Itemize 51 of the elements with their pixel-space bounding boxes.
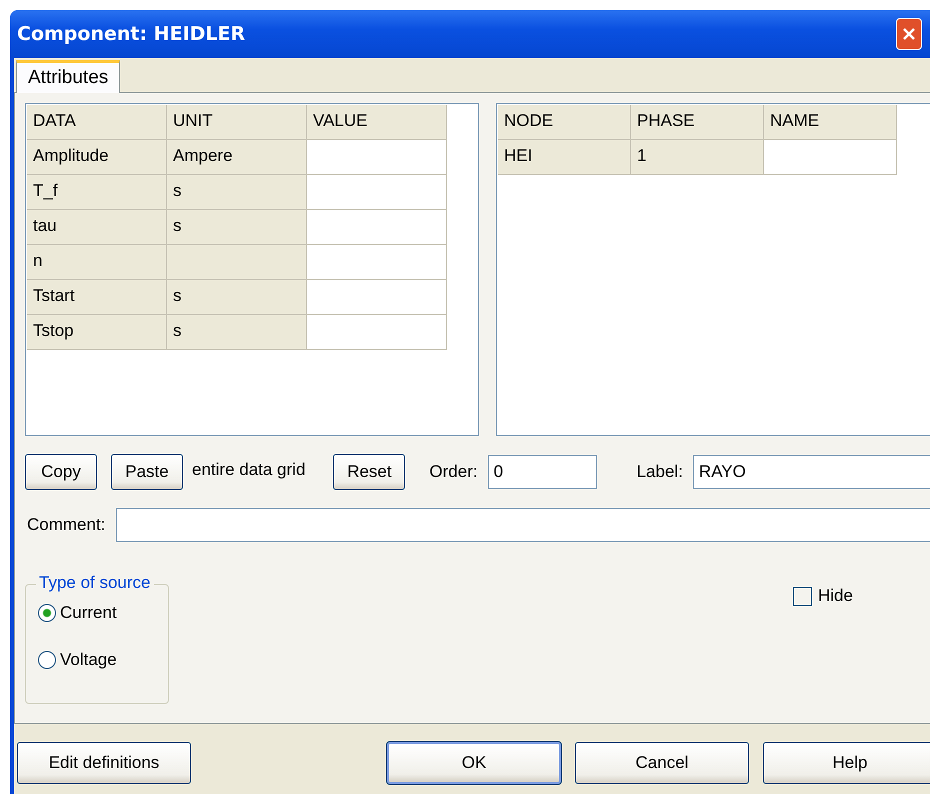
column-header: PHASE [631,105,764,140]
table-cell[interactable] [307,210,447,245]
table-cell: 1 [631,140,764,175]
table-cell: s [167,280,307,315]
checkbox-label: Hide [818,586,853,606]
copy-button[interactable]: Copy [25,454,97,490]
order-label: Order: [429,462,478,482]
close-button[interactable] [896,18,922,50]
label-field[interactable]: RAYO [692,455,930,489]
close-icon [902,27,916,41]
table-cell[interactable] [307,245,447,280]
table-cell: s [167,210,307,245]
column-header: NODE [498,105,631,140]
paste-button[interactable]: Paste [111,454,183,490]
dialog-button[interactable]: Edit definitions [17,742,191,784]
radio-label: Current [60,603,117,623]
table-cell[interactable] [307,280,447,315]
table-cell: tau [27,210,167,245]
table-cell: s [167,175,307,210]
grid-caption: entire data grid [192,460,306,480]
comment-field[interactable] [116,508,930,542]
table-cell[interactable] [307,175,447,210]
table-cell: Tstart [27,280,167,315]
reset-button[interactable]: Reset [333,454,406,490]
radio-button[interactable] [38,651,56,669]
dialog-button[interactable]: Help [763,742,930,784]
table-cell: Ampere [167,140,307,175]
column-header: VALUE [307,105,447,140]
column-header: UNIT [167,105,307,140]
checkbox[interactable] [793,586,812,606]
comment-label: Comment: [27,515,106,535]
table-cell: Amplitude [27,140,167,175]
table-cell[interactable] [764,140,897,175]
table-cell: n [27,245,167,280]
dialog-button[interactable]: OK [387,742,561,784]
window-title: Component: HEIDLER [17,23,246,45]
table-cell: s [167,315,307,350]
dialog-button[interactable]: Cancel [575,742,749,784]
table-cell: T_f [27,175,167,210]
column-header: NAME [764,105,897,140]
radio-label: Voltage [60,650,117,670]
group-title: Type of source [36,573,154,593]
table-cell: Tstop [27,315,167,350]
radio-button[interactable] [38,604,56,622]
column-header: DATA [27,105,167,140]
label-label: Label: [636,462,683,482]
order-field[interactable]: 0 [488,455,597,489]
tab[interactable]: Attributes [16,60,120,93]
table-cell: HEI [498,140,631,175]
table-cell[interactable] [307,140,447,175]
table-cell[interactable] [307,315,447,350]
